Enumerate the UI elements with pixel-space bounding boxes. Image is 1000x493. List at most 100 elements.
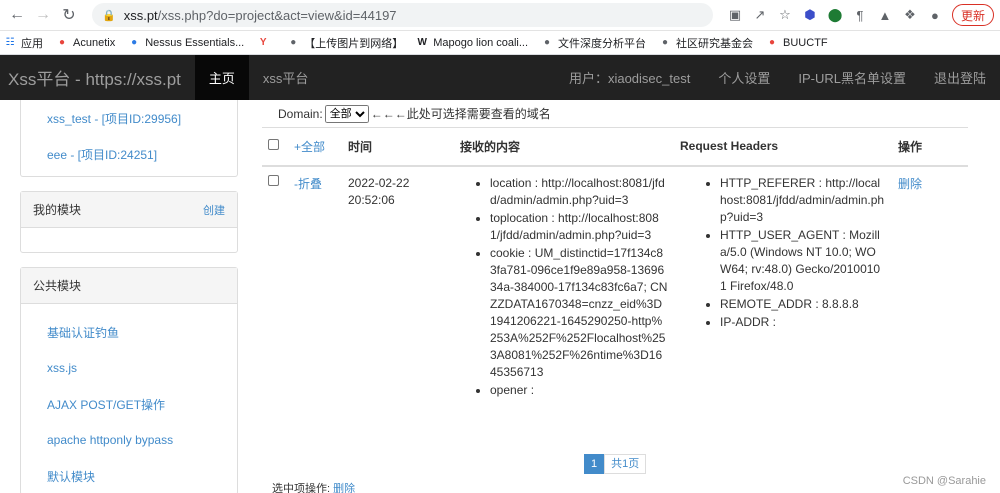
pagination: 1 共1页: [584, 454, 647, 474]
page-content: xss_test - [项目ID:29956] eee - [项目ID:2425…: [0, 100, 1000, 493]
list-item: opener :: [490, 382, 668, 399]
table-header-row: +全部 时间 接收的内容 Request Headers 操作: [262, 127, 968, 167]
nav-logout[interactable]: 退出登陆: [920, 55, 1000, 100]
extension-icon[interactable]: ⬤: [824, 4, 846, 26]
buuctf-icon: ●: [769, 37, 776, 48]
globe-icon: ●: [662, 37, 669, 48]
update-button[interactable]: 更新: [951, 4, 994, 26]
time-header: 时间: [342, 127, 454, 167]
extension-icon[interactable]: ▲: [874, 4, 896, 26]
project-link[interactable]: eee - [项目ID:24251]: [21, 136, 237, 172]
bookmark-item[interactable]: W Mapogo lion coali...: [416, 36, 529, 49]
bookmark-item[interactable]: Y: [257, 37, 274, 49]
list-item: cookie : UM_distinctid=17f134c83fa781-09…: [490, 245, 668, 381]
bookmark-item[interactable]: ● 【上传图片到网络】: [287, 35, 403, 51]
translate-icon[interactable]: ▣: [724, 4, 746, 26]
bulk-delete-link[interactable]: 删除: [333, 483, 355, 493]
bookmark-label: BUUCTF: [783, 36, 828, 49]
row-date: 2022-02-22: [348, 175, 410, 190]
my-modules-title: 我的模块: [33, 203, 82, 217]
apps-grid-icon: ☷: [5, 37, 15, 48]
action-header: 操作: [892, 127, 968, 167]
module-link[interactable]: 默认模块: [21, 458, 237, 493]
my-modules-panel: 我的模块 创建: [20, 191, 238, 253]
nav-settings[interactable]: 个人设置: [704, 55, 784, 100]
main-panel: Domain: 全部 ←←←此处可选择需要查看的域名 +全部 时间 接收的内容 …: [262, 100, 968, 493]
bookmark-item[interactable]: ● BUUCTF: [766, 37, 828, 49]
row-checkbox[interactable]: [268, 174, 279, 186]
create-module-link[interactable]: 创建: [203, 202, 225, 218]
content-header: 接收的内容: [454, 127, 674, 167]
results-table: +全部 时间 接收的内容 Request Headers 操作 -折叠 2022…: [262, 127, 968, 408]
projects-panel: xss_test - [项目ID:29956] eee - [项目ID:2425…: [20, 100, 238, 177]
bookmarks-bar: ☷ 应用 ● Acunetix ● Nessus Essentials... Y ● 【上传图片…: [0, 31, 1000, 55]
domain-hint: ←←←此处可选择需要查看的域名: [370, 107, 551, 121]
bookmark-item[interactable]: ☷ 应用: [4, 35, 43, 51]
request-headers-header: Request Headers: [674, 127, 892, 167]
bulk-label: 选中项操作:: [272, 483, 331, 493]
module-link[interactable]: apache httponly bypass: [21, 422, 237, 458]
module-link[interactable]: AJAX POST/GET操作: [21, 386, 237, 422]
site-navbar: Xss平台 - https://xss.pt 主页 xss平台 用户：xiaod…: [0, 55, 1000, 100]
lock-icon[interactable]: 🔒: [102, 9, 116, 22]
share-icon[interactable]: ↗: [749, 4, 771, 26]
domain-label: Domain:: [278, 106, 323, 121]
select-all-checkbox[interactable]: [268, 139, 279, 151]
profile-avatar-icon[interactable]: ●: [924, 4, 946, 26]
bookmark-label: Mapogo lion coali...: [433, 36, 529, 49]
table-row: -折叠 2022-02-22 20:52:06 location : http:…: [262, 166, 968, 408]
module-link[interactable]: xss.js: [21, 350, 237, 386]
acunetix-icon: ●: [58, 37, 66, 48]
eye-icon: ●: [544, 37, 551, 48]
domain-filter: Domain: 全部 ←←←此处可选择需要查看的域名: [262, 100, 968, 127]
forward-icon[interactable]: →: [32, 4, 54, 26]
list-item: HTTP_USER_AGENT : Mozilla/5.0 (Windows N…: [720, 227, 886, 295]
list-item: toplocation : http://localhost:8081/jfdd…: [490, 210, 668, 244]
list-item: HTTP_REFERER : http://localhost:8081/jfd…: [720, 175, 886, 226]
bookmark-item[interactable]: ● 社区研究基金会: [659, 35, 753, 51]
public-modules-title: 公共模块: [33, 279, 82, 293]
bookmark-item[interactable]: ● 文件深度分析平台: [541, 35, 646, 51]
nav-xss-platform[interactable]: xss平台: [249, 55, 323, 100]
domain-select[interactable]: 全部: [324, 104, 369, 123]
request-headers-list: HTTP_REFERER : http://localhost:8081/jfd…: [704, 175, 886, 331]
list-item: IP-ADDR :: [720, 314, 886, 331]
bookmark-label: Nessus Essentials...: [145, 36, 245, 49]
back-icon[interactable]: ←: [6, 4, 28, 26]
expand-all-link[interactable]: +全部: [294, 140, 325, 154]
extension-icon[interactable]: ¶: [849, 4, 871, 26]
browser-toolbar: ← → ↻ 🔒 xss.pt/xss.php?do=project&act=vi…: [0, 0, 1000, 31]
bookmark-star-icon[interactable]: ☆: [774, 4, 796, 26]
public-modules-panel: 公共模块 基础认证钓鱼 xss.js AJAX POST/GET操作 apach…: [20, 267, 238, 493]
extension-icon[interactable]: ⬢: [799, 4, 821, 26]
bookmark-label: 文件深度分析平台: [558, 37, 647, 50]
nav-blacklist[interactable]: IP-URL黑名单设置: [784, 55, 920, 100]
bookmark-label: 【上传图片到网络】: [304, 37, 404, 50]
bulk-actions: 选中项操作: 删除: [272, 480, 355, 493]
page-icon: ●: [290, 37, 297, 48]
project-link[interactable]: xss_test - [项目ID:29956]: [21, 100, 237, 136]
bookmark-label: 应用: [21, 37, 43, 50]
list-item: REMOTE_ADDR : 8.8.8.8: [720, 296, 886, 313]
page-current[interactable]: 1: [584, 454, 605, 474]
yandex-icon: Y: [259, 37, 267, 48]
collapse-link[interactable]: -折叠: [294, 177, 322, 191]
module-link[interactable]: 基础认证钓鱼: [21, 314, 237, 350]
bookmark-label: 社区研究基金会: [676, 37, 754, 50]
list-item: location : http://localhost:8081/jfdd/ad…: [490, 175, 668, 209]
delete-link[interactable]: 删除: [898, 177, 922, 191]
watermark: CSDN @Sarahie: [902, 475, 986, 487]
nav-user[interactable]: 用户：xiaodisec_test: [555, 55, 704, 100]
address-bar[interactable]: 🔒 xss.pt/xss.php?do=project&act=view&id=…: [92, 3, 713, 27]
bookmark-label: Acunetix: [73, 36, 116, 49]
bookmark-item[interactable]: ● Acunetix: [56, 37, 115, 49]
reload-icon[interactable]: ↻: [58, 4, 80, 26]
url-host: xss.pt: [123, 7, 158, 23]
received-content-list: location : http://localhost:8081/jfdd/ad…: [474, 175, 668, 399]
site-brand[interactable]: Xss平台 - https://xss.pt: [0, 65, 195, 90]
bookmark-item[interactable]: ● Nessus Essentials...: [128, 37, 244, 49]
nav-home[interactable]: 主页: [194, 55, 249, 100]
puzzle-icon[interactable]: ❖: [899, 4, 921, 26]
wikipedia-icon: W: [417, 37, 427, 48]
row-time: 20:52:06: [348, 192, 395, 207]
